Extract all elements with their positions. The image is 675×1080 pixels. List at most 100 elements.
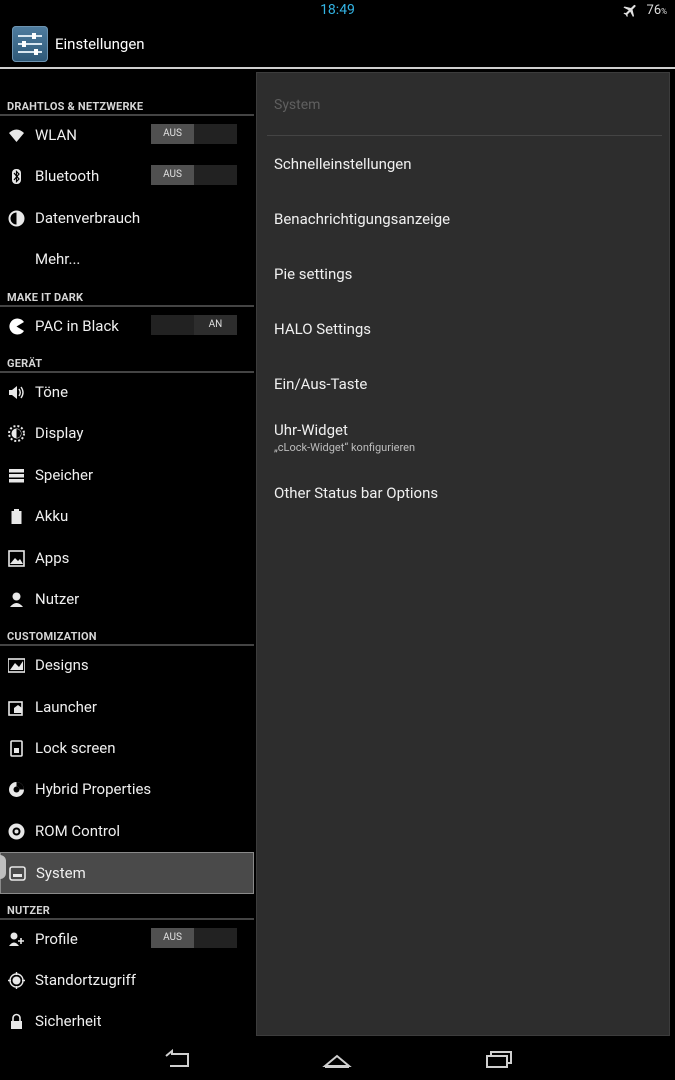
settings-item-speicher[interactable]: Speicher <box>0 455 254 496</box>
settings-item-rom-control[interactable]: ROM Control <box>0 811 254 852</box>
section-header-label: MAKE IT DARK <box>7 290 84 304</box>
settings-item-töne[interactable]: Töne <box>0 372 254 413</box>
home-icon[interactable] <box>322 1048 352 1070</box>
app-title: Einstellungen <box>55 35 145 53</box>
toggle-switch[interactable]: AUS <box>151 165 237 186</box>
system-option-label: Schnelleinstellungen <box>274 155 412 173</box>
battery-level: 76% <box>646 3 667 18</box>
settings-item-display[interactable]: Display <box>0 413 254 454</box>
settings-item-label: Datenverbrauch <box>35 208 141 227</box>
toggle-state: AUS <box>151 124 194 144</box>
profile-icon <box>9 932 24 946</box>
settings-item-system[interactable]: System <box>0 852 254 894</box>
settings-item-profile[interactable]: Profile AUS <box>0 919 254 960</box>
system-icon <box>9 866 26 882</box>
system-option-benachrichtigungsanzeige[interactable]: Benachrichtigungsanzeige <box>274 210 450 228</box>
detail-pane-divider <box>267 135 662 136</box>
system-option-label: Ein/Aus-Taste <box>274 375 368 393</box>
settings-item-label: Launcher <box>35 697 97 716</box>
settings-item-pac-in-black[interactable]: PAC in Black AN <box>0 306 254 347</box>
settings-item-label: Mehr... <box>35 250 81 269</box>
rom-control-icon <box>8 823 25 840</box>
toggle-switch[interactable]: AUS <box>151 124 237 144</box>
toggle-state: AN <box>194 314 237 335</box>
system-option-label: Uhr-Widget <box>274 421 348 439</box>
settings-item-mehr[interactable]: Mehr... <box>0 239 254 280</box>
bluetooth-icon <box>12 169 21 185</box>
settings-item-standortzugriff[interactable]: Standortzugriff <box>0 960 254 1001</box>
system-option-label: HALO Settings <box>274 320 372 338</box>
settings-item-label: Töne <box>35 382 69 401</box>
recent-apps-icon[interactable] <box>483 1048 513 1070</box>
settings-item-label: Hybrid Properties <box>35 780 152 799</box>
system-option-other-status-bar-options[interactable]: Other Status bar Options <box>274 484 438 502</box>
system-option-halo-settings[interactable]: HALO Settings <box>274 320 371 338</box>
section-header: MAKE IT DARK <box>0 281 254 307</box>
settings-item-launcher[interactable]: Launcher <box>0 687 254 728</box>
settings-item-bluetooth[interactable]: Bluetooth AUS <box>0 156 254 197</box>
settings-item-label: Sicherheit <box>35 1012 102 1031</box>
settings-item-designs[interactable]: Designs <box>0 645 254 686</box>
hybrid-icon <box>9 782 24 798</box>
section-header-label: CUSTOMIZATION <box>7 630 97 644</box>
system-option-summary: „cLock-Widget“ konfigurieren <box>274 441 416 454</box>
section-header: GERÄT <box>0 347 254 373</box>
settings-item-datenverbrauch[interactable]: Datenverbrauch <box>0 198 254 239</box>
settings-item-label: Bluetooth <box>35 167 100 186</box>
launcher-icon <box>8 700 23 716</box>
data-usage-icon <box>8 210 25 227</box>
section-header-label: DRAHTLOS & NETZWERKE <box>7 100 144 113</box>
navigation-bar <box>0 1040 675 1080</box>
settings-item-label: Standortzugriff <box>35 971 136 990</box>
settings-item-nutzer[interactable]: Nutzer <box>0 579 254 620</box>
system-option-label: Other Status bar Options <box>274 484 439 502</box>
system-option-label: Pie settings <box>274 265 353 283</box>
toggle-switch[interactable]: AUS <box>151 927 237 948</box>
settings-category-list[interactable]: DRAHTLOS & NETZWERKE WLAN AUS Bluetooth AUS D… <box>0 90 254 1040</box>
settings-item-apps[interactable]: Apps <box>0 538 254 579</box>
settings-item-sicherheit[interactable]: Sicherheit <box>0 1001 254 1040</box>
settings-item-label: Speicher <box>35 465 94 484</box>
section-header: DRAHTLOS & NETZWERKE <box>0 90 254 116</box>
settings-item-label: Apps <box>35 548 70 567</box>
location-icon <box>8 972 25 990</box>
settings-item-hybrid-properties[interactable]: Hybrid Properties <box>0 769 254 810</box>
settings-item-label: WLAN <box>35 126 78 144</box>
detail-pane-title: System <box>274 97 321 113</box>
settings-item-label: Nutzer <box>35 589 80 608</box>
apps-icon <box>8 549 25 567</box>
detail-pane: System Schnelleinstellungen Benachrichtig… <box>256 72 670 1036</box>
wifi-icon <box>9 129 24 142</box>
settings-item-wlan[interactable]: WLAN AUS <box>0 115 254 156</box>
scroll-handle[interactable] <box>0 855 6 879</box>
settings-item-label: ROM Control <box>35 821 121 840</box>
system-option-pie-settings[interactable]: Pie settings <box>274 265 352 283</box>
settings-item-label: Designs <box>35 656 89 675</box>
sliders-icon <box>18 33 42 55</box>
system-option-ein-aus-taste[interactable]: Ein/Aus-Taste <box>274 375 367 393</box>
pacman-icon <box>9 318 24 335</box>
settings-item-label: System <box>36 864 86 883</box>
settings-item-label: Lock screen <box>35 739 116 758</box>
section-header-label: GERÄT <box>7 356 43 370</box>
designs-icon <box>8 658 25 674</box>
system-option-schnelleinstellungen[interactable]: Schnelleinstellungen <box>274 155 412 173</box>
speaker-icon <box>9 385 24 399</box>
brightness-icon <box>8 425 25 443</box>
action-bar-divider <box>0 67 675 69</box>
settings-item-lock-screen[interactable]: Lock screen <box>0 728 254 769</box>
settings-item-label: Profile <box>35 929 78 948</box>
toggle-state: AUS <box>151 165 194 186</box>
system-option-label: Benachrichtigungsanzeige <box>274 210 451 228</box>
settings-item-akku[interactable]: Akku <box>0 496 254 537</box>
settings-app-icon[interactable] <box>12 26 48 62</box>
toggle-switch[interactable]: AN <box>151 314 237 335</box>
battery-icon <box>11 509 22 525</box>
settings-item-label: PAC in Black <box>35 316 119 335</box>
user-icon <box>10 592 23 607</box>
system-option-uhr-widget[interactable]: Uhr-Widget „cLock-Widget“ konfigurieren <box>274 421 415 454</box>
back-icon[interactable] <box>162 1048 192 1070</box>
section-header: CUSTOMIZATION <box>0 620 254 647</box>
settings-item-label: Display <box>35 424 84 443</box>
storage-icon <box>9 468 24 483</box>
